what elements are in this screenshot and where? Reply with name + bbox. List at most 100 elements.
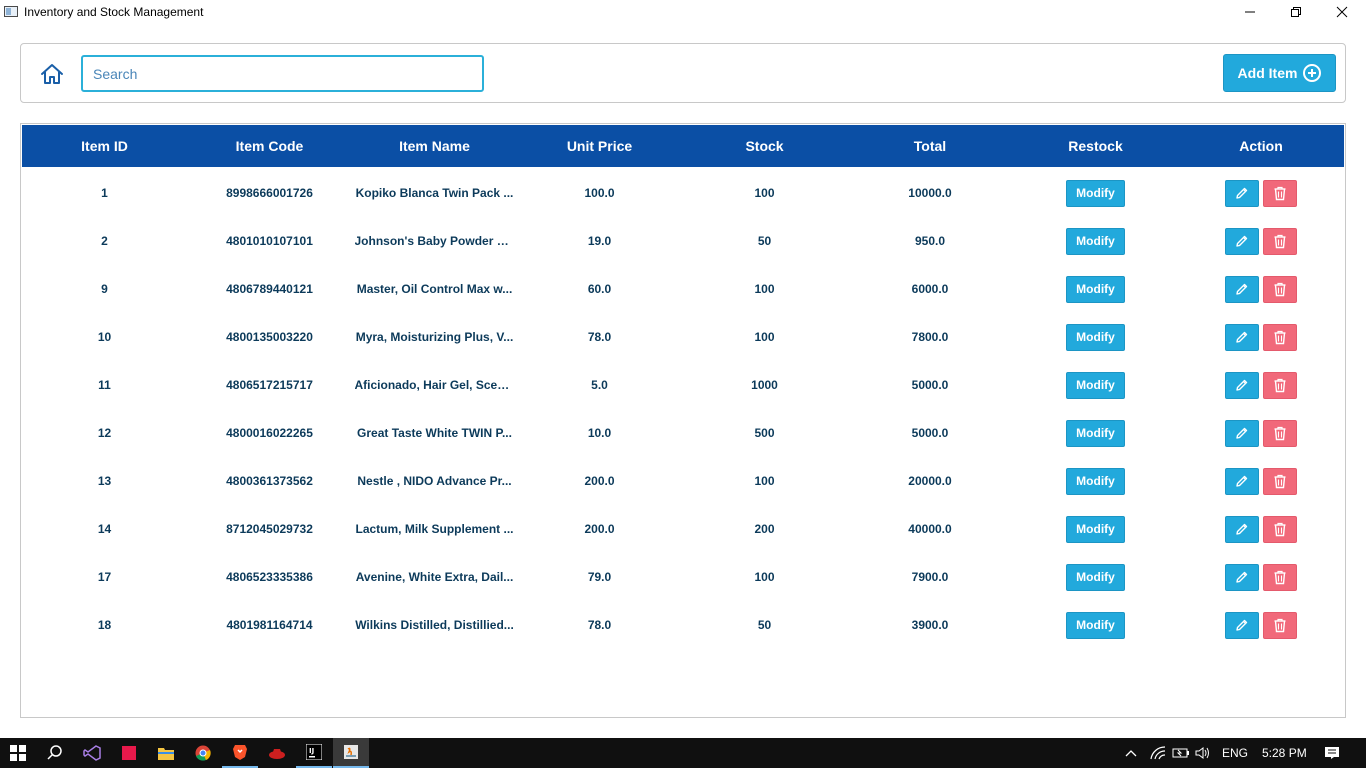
table-row[interactable]: 11 4806517215717 Aficionado, Hair Gel, Sce…: [22, 361, 1344, 409]
plus-circle-icon: [1303, 64, 1322, 82]
cell-total: 5000.0: [911, 378, 949, 392]
modify-button[interactable]: Modify: [1066, 179, 1125, 207]
cell-item-id: 1: [101, 186, 108, 200]
delete-button[interactable]: [1263, 179, 1297, 207]
close-icon: [1336, 6, 1348, 18]
edit-button[interactable]: [1225, 515, 1259, 543]
column-header-total[interactable]: Total: [847, 125, 1013, 167]
column-header-restock[interactable]: Restock: [1013, 125, 1178, 167]
edit-button[interactable]: [1225, 227, 1259, 255]
delete-button[interactable]: [1263, 611, 1297, 639]
cell-action: [1178, 275, 1344, 303]
column-header-stock[interactable]: Stock: [682, 125, 847, 167]
edit-button[interactable]: [1225, 611, 1259, 639]
cell-item-code: 8712045029732: [226, 522, 313, 536]
start-button[interactable]: [0, 738, 36, 768]
restore-button[interactable]: [1273, 0, 1319, 24]
language-indicator[interactable]: ENG: [1222, 746, 1248, 760]
modify-button[interactable]: Modify: [1066, 227, 1125, 255]
table-row[interactable]: 12 4800016022265 Great Taste White TWIN P.…: [22, 409, 1344, 457]
table-row[interactable]: 1 8998666001726 Kopiko Blanca Twin Pack ..…: [22, 169, 1344, 217]
modify-button[interactable]: Modify: [1066, 563, 1125, 591]
table-row[interactable]: 10 4800135003220 Myra, Moisturizing Plus, …: [22, 313, 1344, 361]
table-row[interactable]: 17 4806523335386 Avenine, White Extra, Dai…: [22, 553, 1344, 601]
visual-studio-taskbar-button[interactable]: [74, 738, 110, 768]
edit-button[interactable]: [1225, 323, 1259, 351]
brave-taskbar-button[interactable]: [222, 738, 258, 768]
modify-button[interactable]: Modify: [1066, 611, 1125, 639]
modify-button[interactable]: Modify: [1066, 515, 1125, 543]
chevron-up-icon: [1125, 750, 1137, 757]
file-explorer-taskbar-button[interactable]: [148, 738, 184, 768]
delete-button[interactable]: [1263, 323, 1297, 351]
delete-button[interactable]: [1263, 467, 1297, 495]
column-header-item-code[interactable]: Item Code: [187, 125, 352, 167]
search-taskbar-button[interactable]: [37, 738, 73, 768]
cell-unit-price: 78.0: [587, 618, 612, 632]
pencil-icon: [1236, 475, 1248, 487]
cell-unit-price: 78.0: [587, 330, 612, 344]
app-red-taskbar-button[interactable]: [111, 738, 147, 768]
show-hidden-icons-button[interactable]: [1125, 745, 1137, 761]
search-input[interactable]: [81, 55, 484, 92]
modify-button[interactable]: Modify: [1066, 371, 1125, 399]
column-header-item-name[interactable]: Item Name: [352, 125, 517, 167]
speaker-icon: [1195, 747, 1209, 759]
table-row[interactable]: 13 4800361373562 Nestle , NIDO Advance Pr.…: [22, 457, 1344, 505]
cell-stock: 100: [754, 570, 775, 584]
add-item-button[interactable]: Add Item: [1223, 54, 1336, 92]
column-header-item-id[interactable]: Item ID: [22, 125, 187, 167]
wifi-tray-button[interactable]: [1150, 745, 1166, 761]
cell-action: [1178, 515, 1344, 543]
delete-button[interactable]: [1263, 563, 1297, 591]
chrome-taskbar-button[interactable]: [185, 738, 221, 768]
cell-item-id: 13: [97, 474, 112, 488]
volume-tray-button[interactable]: [1195, 745, 1211, 761]
cell-restock: Modify: [1013, 515, 1178, 543]
action-center-button[interactable]: [1324, 745, 1340, 761]
edit-button[interactable]: [1225, 419, 1259, 447]
delete-button[interactable]: [1263, 227, 1297, 255]
minimize-button[interactable]: [1227, 0, 1273, 24]
intellij-taskbar-button[interactable]: IJ: [296, 738, 332, 768]
edit-button[interactable]: [1225, 179, 1259, 207]
delete-button[interactable]: [1263, 419, 1297, 447]
cell-item-code: 4800016022265: [226, 426, 313, 440]
cell-unit-price: 5.0: [591, 378, 608, 392]
table-row[interactable]: 14 8712045029732 Lactum, Milk Supplement .…: [22, 505, 1344, 553]
column-header-unit-price[interactable]: Unit Price: [517, 125, 682, 167]
cell-item-id: 18: [97, 618, 112, 632]
modify-button[interactable]: Modify: [1066, 419, 1125, 447]
java-icon: [344, 745, 358, 759]
cell-stock: 50: [757, 618, 772, 632]
delete-button[interactable]: [1263, 275, 1297, 303]
cell-item-code: 4801010107101: [226, 234, 313, 248]
cell-stock: 1000: [751, 378, 778, 392]
table-row[interactable]: 18 4801981164714 Wilkins Distilled, Distil…: [22, 601, 1344, 649]
delete-button[interactable]: [1263, 371, 1297, 399]
trash-icon: [1274, 474, 1286, 488]
delete-button[interactable]: [1263, 515, 1297, 543]
modify-button[interactable]: Modify: [1066, 467, 1125, 495]
cell-unit-price: 200.0: [584, 522, 615, 536]
pencil-icon: [1236, 283, 1248, 295]
edit-button[interactable]: [1225, 371, 1259, 399]
svg-text:IJ: IJ: [309, 747, 314, 755]
edit-button[interactable]: [1225, 275, 1259, 303]
item-name-text: Master, Oil Control Max w...: [356, 282, 513, 296]
cell-total: 3900.0: [911, 618, 949, 632]
edit-button[interactable]: [1225, 563, 1259, 591]
clock[interactable]: 5:28 PM: [1262, 746, 1307, 760]
modify-button[interactable]: Modify: [1066, 275, 1125, 303]
red-hat-taskbar-button[interactable]: [259, 738, 295, 768]
column-header-action[interactable]: Action: [1178, 125, 1344, 167]
table-row[interactable]: 9 4806789440121 Master, Oil Control Max w.…: [22, 265, 1344, 313]
intellij-icon: IJ: [306, 744, 322, 760]
table-row[interactable]: 2 4801010107101 Johnson's Baby Powder C...…: [22, 217, 1344, 265]
home-button[interactable]: [40, 63, 64, 85]
battery-tray-button[interactable]: [1172, 745, 1190, 761]
modify-button[interactable]: Modify: [1066, 323, 1125, 351]
edit-button[interactable]: [1225, 467, 1259, 495]
java-app-taskbar-button[interactable]: [333, 738, 369, 768]
close-button[interactable]: [1319, 0, 1365, 24]
